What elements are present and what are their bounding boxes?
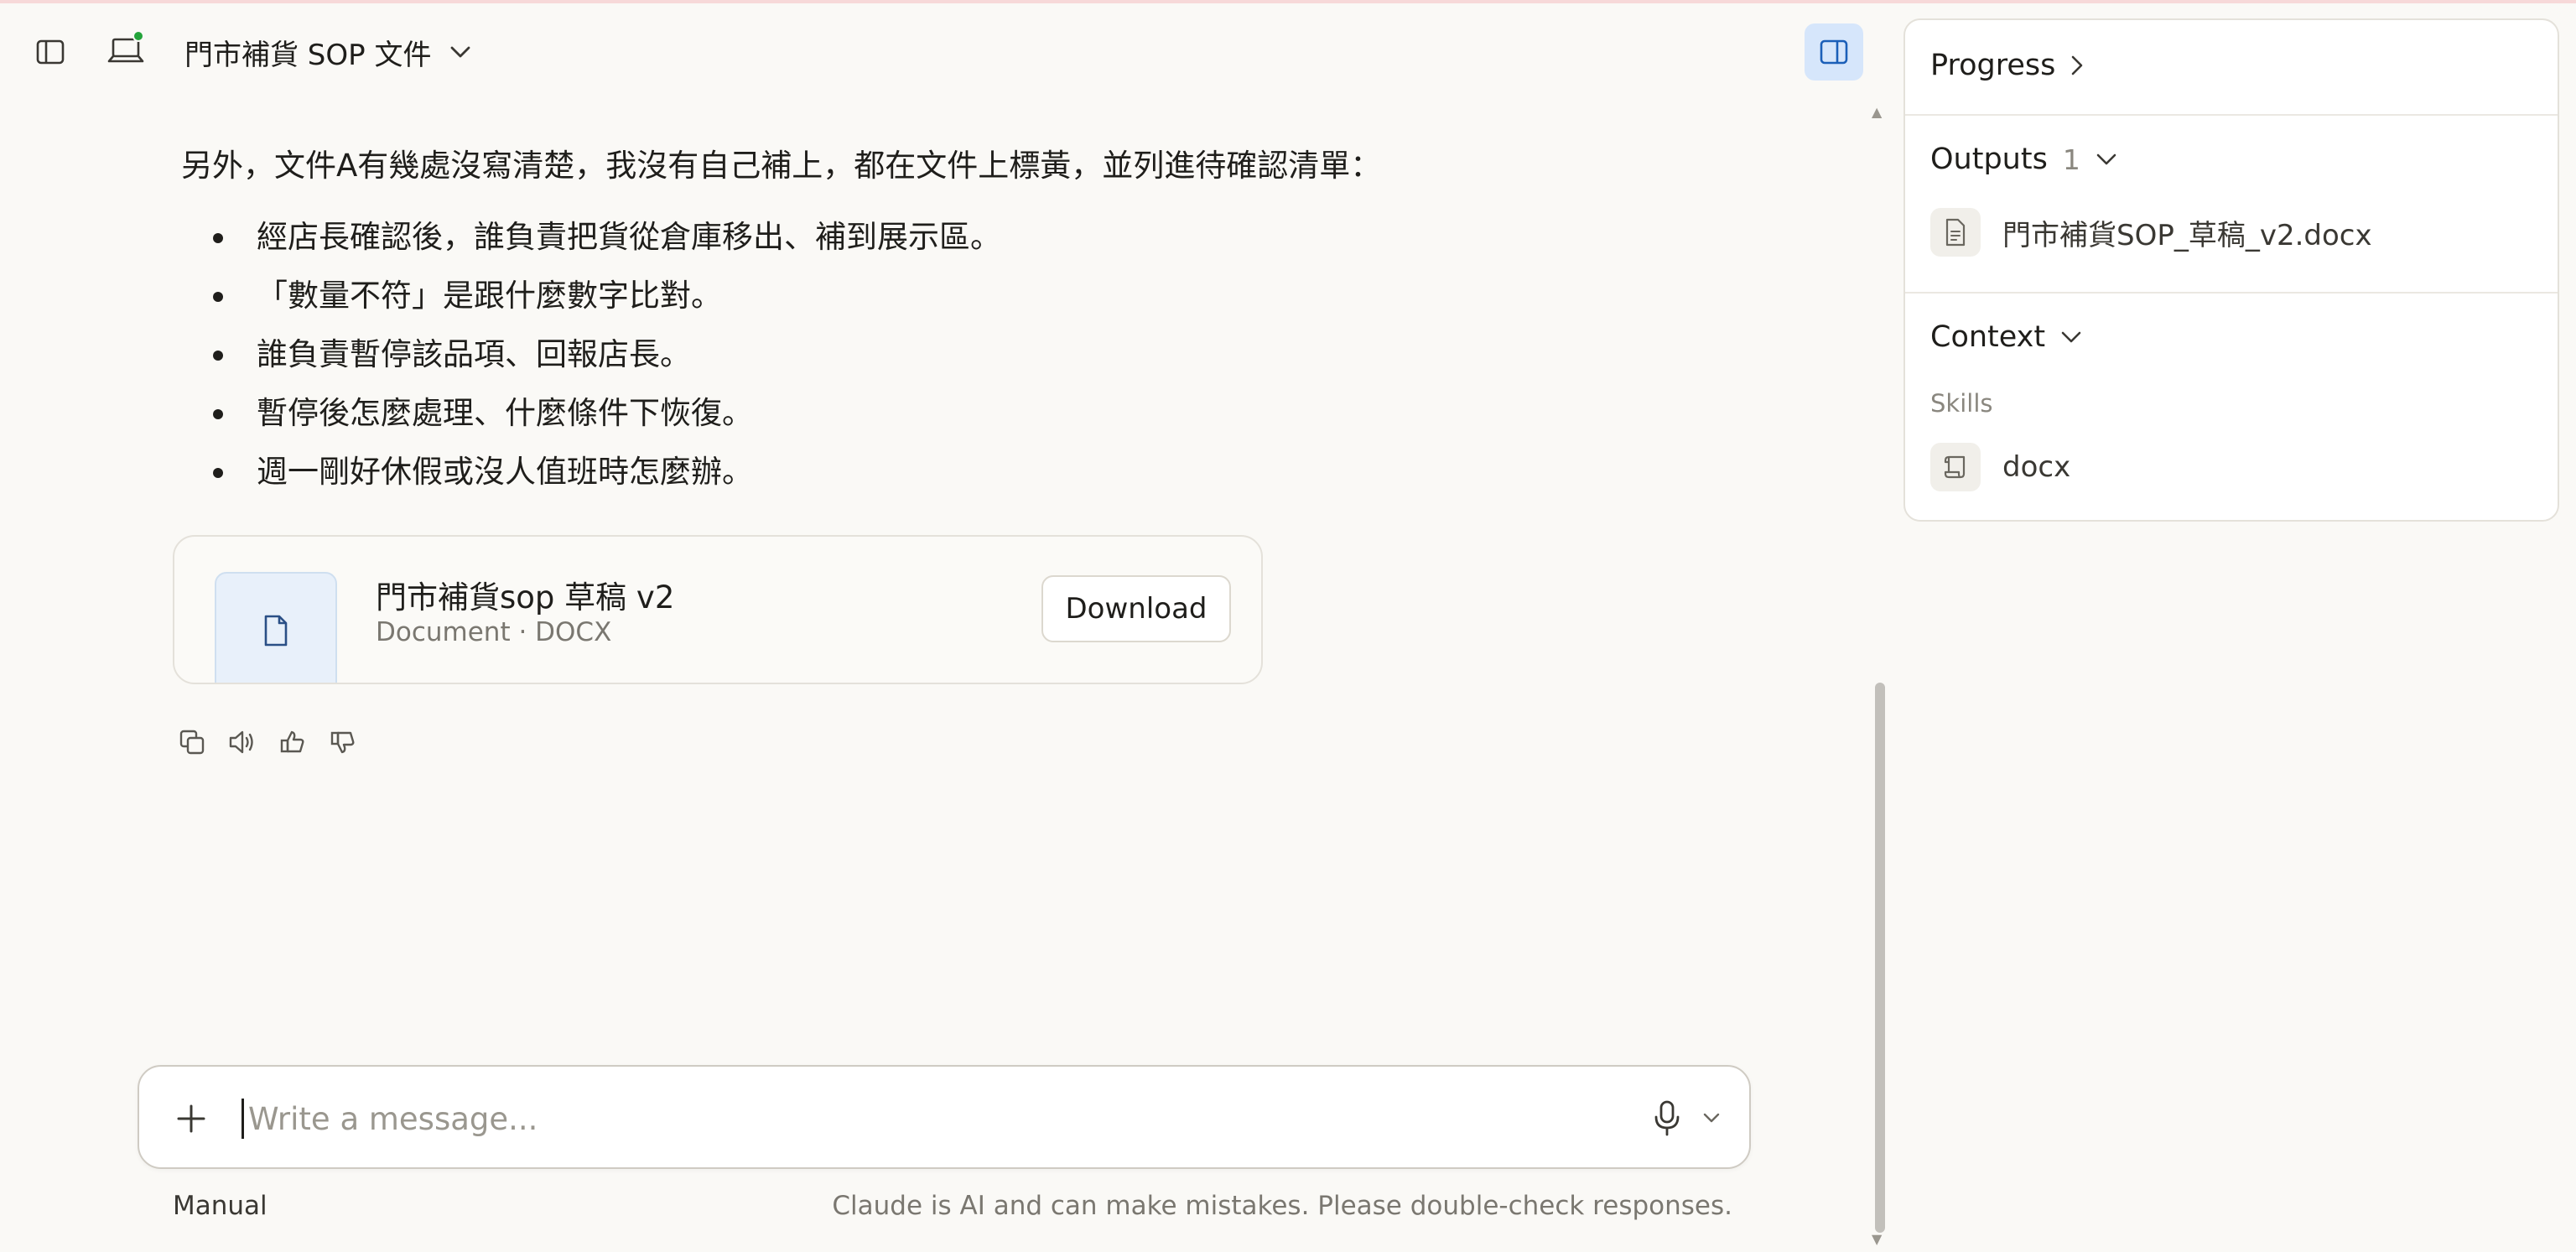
assistant-message: 另外，文件A有幾處沒寫清楚，我沒有自己補上，都在文件上標黃，並列進待確認清單： … [181,141,1791,501]
chevron-down-icon [451,46,470,58]
thumbs-down-icon [330,731,355,754]
add-attachment-button[interactable] [173,1100,210,1137]
thumbs-up-icon [280,730,304,753]
output-file-name: 門市補貨SOP_草稿_v2.docx [2002,218,2372,252]
context-label: Context [1930,320,2046,354]
file-meta: Document · DOCX [376,617,612,647]
divider [1905,114,2558,116]
divider [1905,292,2558,294]
mode-selector[interactable]: Manual [173,1191,267,1221]
chevron-down-icon [2061,331,2081,343]
microphone-icon [1654,1100,1680,1136]
list-item: 誰負責暫停該品項、回報店長。 [181,325,1791,384]
file-thumbnail [215,572,337,683]
message-input[interactable] [248,1092,1590,1146]
file-attachment-card[interactable]: 門市補貨sop 草稿 v2 Document · DOCX Download [173,535,1263,684]
context-section-toggle[interactable]: Context [1930,320,2082,354]
side-panel: Progress Outputs 1 門市補貨SOP_草稿_v2.docx Co… [1903,18,2559,522]
chevron-right-icon [2072,55,2083,75]
document-icon [1945,218,1966,247]
skill-item[interactable]: docx [1930,443,2070,491]
output-file-item[interactable]: 門市補貨SOP_草稿_v2.docx [1930,208,2372,257]
thumbs-down-button[interactable] [329,728,357,756]
copy-icon [179,730,205,755]
list-item: 「數量不符」是跟什麼數字比對。 [181,267,1791,325]
read-aloud-button[interactable] [228,728,257,756]
voice-input-button[interactable] [1649,1097,1685,1140]
device-status-button[interactable] [104,30,148,70]
sidebar-icon [36,39,65,65]
message-actions [178,728,357,756]
progress-section-toggle[interactable]: Progress [1930,49,2084,82]
scroll-down-arrow[interactable]: ▼ [1872,1231,1882,1247]
online-status-dot [132,30,144,42]
thumbs-up-button[interactable] [278,728,307,756]
app-window: 門市補貨 SOP 文件 另外，文件A有幾處沒寫清楚，我沒有自己補上，都在文件上標… [0,0,2576,1252]
list-item: 經店長確認後，誰負責把貨從倉庫移出、補到展示區。 [181,208,1791,267]
message-composer [138,1065,1751,1169]
outputs-section-toggle[interactable]: Outputs 1 [1930,143,2117,176]
plus-icon [177,1104,205,1133]
skill-name: docx [2002,450,2071,484]
outputs-label: Outputs [1930,143,2048,176]
skills-label: Skills [1930,389,1993,418]
chevron-down-icon [2096,153,2116,165]
skill-icon-box [1930,443,1981,491]
file-name: 門市補貨sop 草稿 v2 [376,579,675,616]
copy-button[interactable] [178,728,206,756]
chevron-down-icon [1703,1113,1720,1123]
scrollbar-thumb[interactable] [1875,683,1885,1233]
side-panel-toggle-button[interactable] [1805,23,1863,81]
voice-options-button[interactable] [1701,1107,1722,1129]
document-icon [264,615,288,647]
scroll-icon [1944,455,1966,479]
progress-label: Progress [1930,49,2056,82]
scroll-up-arrow[interactable]: ▲ [1872,104,1882,120]
panel-right-icon [1820,39,1848,65]
disclaimer-text: Claude is AI and can make mistakes. Plea… [832,1191,1732,1221]
list-item: 週一剛好休假或沒人值班時怎麼辦。 [181,443,1791,501]
list-item: 暫停後怎麼處理、什麼條件下恢復。 [181,384,1791,443]
output-file-icon-box [1930,208,1981,257]
download-button[interactable]: Download [1041,575,1231,642]
document-title: 門市補貨 SOP 文件 [184,38,432,72]
message-intro: 另外，文件A有幾處沒寫清楚，我沒有自己補上，都在文件上標黃，並列進待確認清單： [181,148,1382,184]
speaker-icon [229,730,253,754]
pending-confirmation-list: 經店長確認後，誰負責把貨從倉庫移出、補到展示區。 「數量不符」是跟什麼數字比對。… [181,208,1791,501]
text-caret [242,1099,244,1139]
top-accent-line [0,0,2576,3]
sidebar-toggle-button[interactable] [30,35,70,69]
document-title-dropdown[interactable]: 門市補貨 SOP 文件 [184,32,471,72]
outputs-count: 1 [2062,143,2080,176]
